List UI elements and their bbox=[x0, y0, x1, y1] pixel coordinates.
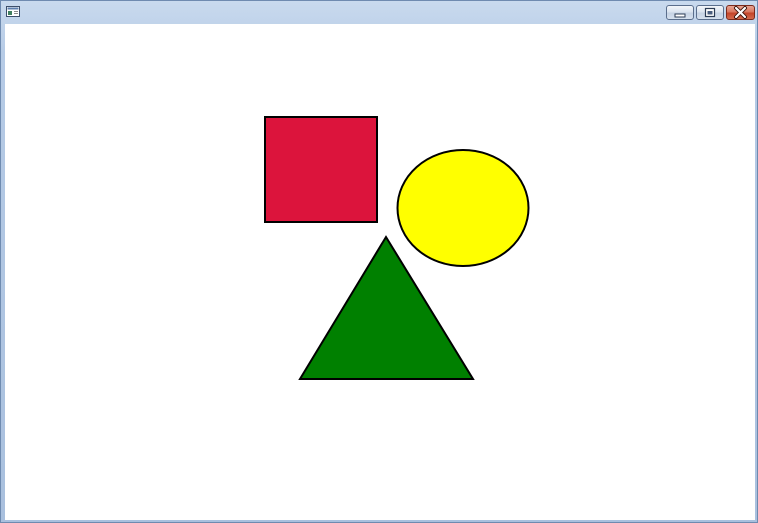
maximize-button[interactable] bbox=[696, 5, 724, 20]
shapes-canvas bbox=[264, 116, 530, 380]
close-button[interactable] bbox=[726, 5, 755, 20]
minimize-button[interactable] bbox=[666, 5, 694, 20]
maximize-icon bbox=[704, 7, 716, 18]
red-square bbox=[264, 116, 378, 223]
minimize-icon bbox=[674, 13, 686, 18]
close-icon bbox=[734, 6, 747, 19]
app-icon[interactable] bbox=[6, 6, 20, 17]
yellow-circle bbox=[396, 149, 530, 267]
drawing-area[interactable] bbox=[5, 24, 755, 520]
title-bar[interactable] bbox=[1, 1, 757, 23]
app-window bbox=[0, 0, 758, 523]
